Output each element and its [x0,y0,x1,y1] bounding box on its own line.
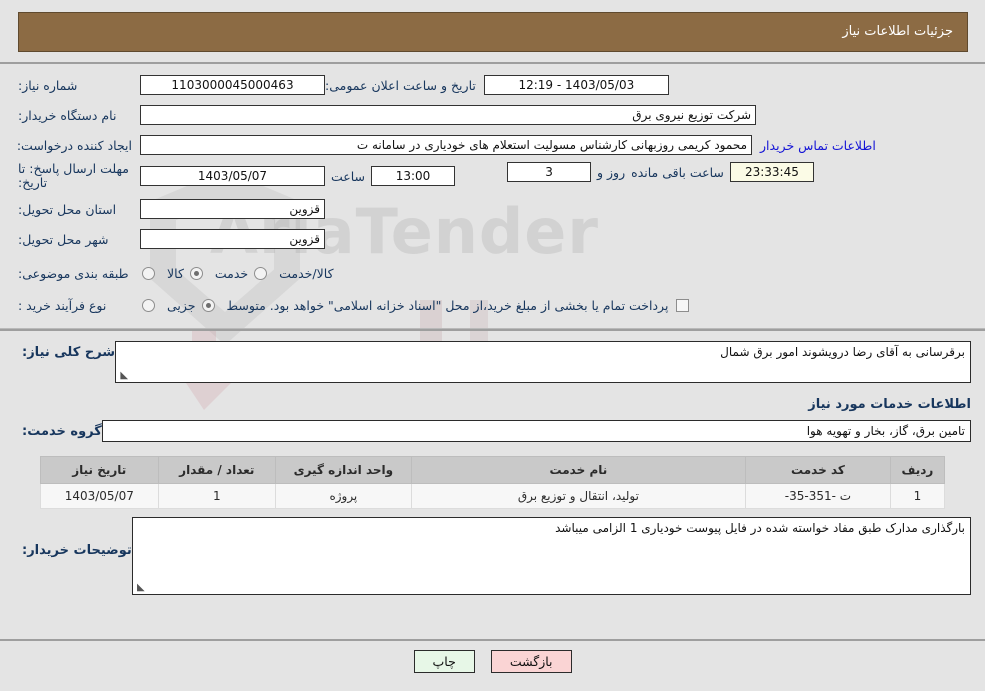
footer-buttons: بازگشت چاپ [0,641,985,673]
buyer-contact-link[interactable]: اطلاعات تماس خریدار [760,138,876,153]
col-name: نام خدمت [410,456,747,484]
buyer-notes-textarea[interactable]: بارگذاری مدارک طبق مفاد خواسته شده در فا… [131,517,971,595]
announce-value: 1403/05/03 - 12:19 [483,75,669,95]
category-radio-khedmat[interactable] [189,266,203,280]
process-radio-jozii[interactable] [142,298,155,312]
page-title: جزئیات اطلاعات نیاز [842,24,953,39]
description-text: برقرسانی به آقای رضا درویشوند امور برق ش… [720,345,965,359]
services-heading: اطلاعات خدمات مورد نیاز [808,397,971,412]
hour-value: 13:00 [371,166,456,186]
service-group-label: گروه خدمت: [22,423,102,439]
province-value: قزوین [140,199,325,219]
creator-value: محمود کریمی روزبهانی کارشناس مسولیت استع… [140,135,752,155]
row-process: پرداخت تمام یا بخشی از مبلغ خرید،از محل … [0,292,985,318]
back-button[interactable]: بازگشت [490,650,572,673]
general-info-section: تاریخ و ساعت اعلان عمومی: 1403/05/03 - 1… [0,62,985,329]
deadline-label: مهلت ارسال پاسخ: تا تاریخ: [18,161,129,190]
cell-name: تولید، انتقال و توزیع برق [410,483,747,509]
row-category: کالا/خدمت خدمت کالا طبقه بندی موضوعی: [0,260,985,286]
table-header-row: ردیف کد خدمت نام خدمت واحد اندازه گیری ت… [40,456,946,484]
need-number-label: شماره نیاز: [18,77,78,93]
days-label: روز و [597,164,626,180]
row-province: قزوین استان محل تحویل: [0,196,985,222]
table-row: 1 ت -351-35- تولید، انتقال و توزیع برق پ… [40,483,946,509]
process-radio-motavaset[interactable] [201,298,215,312]
creator-label: ایجاد کننده درخواست: [16,137,132,153]
services-table-wrap: ردیف کد خدمت نام خدمت واحد اندازه گیری ت… [0,452,985,515]
description-textarea[interactable]: برقرسانی به آقای رضا درویشوند امور برق ش… [115,341,971,383]
col-date: تاریخ نیاز [40,456,159,484]
page-root: AriaTender جزئیات اطلاعات نیاز تاریخ و س… [0,0,985,691]
resize-grip-icon-2[interactable]: ◣ [135,583,145,593]
resize-grip-icon[interactable]: ◣ [118,371,128,381]
col-radif: ردیف [889,456,946,484]
remaining-label: ساعت باقی مانده [631,164,724,180]
services-table-head: ردیف کد خدمت نام خدمت واحد اندازه گیری ت… [40,456,946,484]
details-panel: تاریخ و ساعت اعلان عمومی: 1403/05/03 - 1… [0,62,985,603]
category-option-2-label: کالا/خدمت [279,265,334,281]
city-label: شهر محل تحویل: [18,231,109,247]
category-option-1-label: خدمت [214,265,249,281]
announce-label: تاریخ و ساعت اعلان عمومی: [325,77,476,93]
col-qty: تعداد / مقدار [157,456,277,484]
buyer-notes-label: توضیحات خریدار: [22,543,132,558]
row-need-number: تاریخ و ساعت اعلان عمومی: 1403/05/03 - 1… [0,72,985,98]
description-label: شرح کلی نیاز: [22,345,116,360]
window-titlebar: جزئیات اطلاعات نیاز [18,12,968,52]
category-radio-kala-khedmat[interactable] [254,266,268,280]
col-code: کد خدمت [745,456,891,484]
category-radio-kala[interactable] [142,266,155,280]
buyer-notes-wrap: بارگذاری مدارک طبق مفاد خواسته شده در فا… [0,515,985,603]
cell-radif: 1 [889,483,946,509]
treasury-checkbox[interactable] [676,298,690,312]
service-group-value: تامین برق، گاز، بخار و تهویه هوا [101,420,971,442]
services-table-body: 1 ت -351-35- تولید، انتقال و توزیع برق پ… [40,483,946,509]
hour-label: ساعت [331,168,366,184]
treasury-note: پرداخت تمام یا بخشی از مبلغ خرید،از محل … [269,297,669,313]
services-table: ردیف کد خدمت نام خدمت واحد اندازه گیری ت… [40,456,946,509]
buyer-org-value: شرکت توزیع نیروی برق [140,105,756,125]
cell-unit: پروژه [275,483,412,509]
countdown-value: 23:33:45 [729,162,814,182]
need-number-value: 1103000045000463 [140,75,325,95]
days-value: 3 [507,162,592,182]
row-buyer-org: شرکت توزیع نیروی برق نام دستگاه خریدار: [0,102,985,128]
row-deadline: ساعت باقی مانده 23:33:45 روز و 3 13:00 س… [0,162,985,190]
process-option-1-label: متوسط [226,297,266,313]
row-creator: اطلاعات تماس خریدار محمود کریمی روزبهانی… [0,132,985,158]
province-label: استان محل تحویل: [18,201,117,217]
buyer-notes-text: بارگذاری مدارک طبق مفاد خواسته شده در فا… [555,521,965,535]
deadline-date-value: 1403/05/07 [140,166,325,186]
row-city: قزوین شهر محل تحویل: [0,226,985,252]
cell-date: 1403/05/07 [40,483,159,509]
process-label: نوع فرآیند خرید : [18,297,107,313]
description-section: برقرسانی به آقای رضا درویشوند امور برق ش… [0,329,985,603]
category-label: طبقه بندی موضوعی: [18,265,129,281]
cell-code: ت -351-35- [745,483,891,509]
footer-bar: بازگشت چاپ [0,639,985,691]
print-button[interactable]: چاپ [413,650,475,673]
col-unit: واحد اندازه گیری [275,456,412,484]
process-option-0-label: جزیی [167,297,196,313]
description-wrap: برقرسانی به آقای رضا درویشوند امور برق ش… [0,331,985,391]
city-value: قزوین [140,229,325,249]
buyer-org-label: نام دستگاه خریدار: [18,107,117,123]
service-group-row: تامین برق، گاز، بخار و تهویه هوا گروه خد… [0,416,985,452]
category-option-0-label: کالا [167,265,184,281]
cell-qty: 1 [157,483,277,509]
